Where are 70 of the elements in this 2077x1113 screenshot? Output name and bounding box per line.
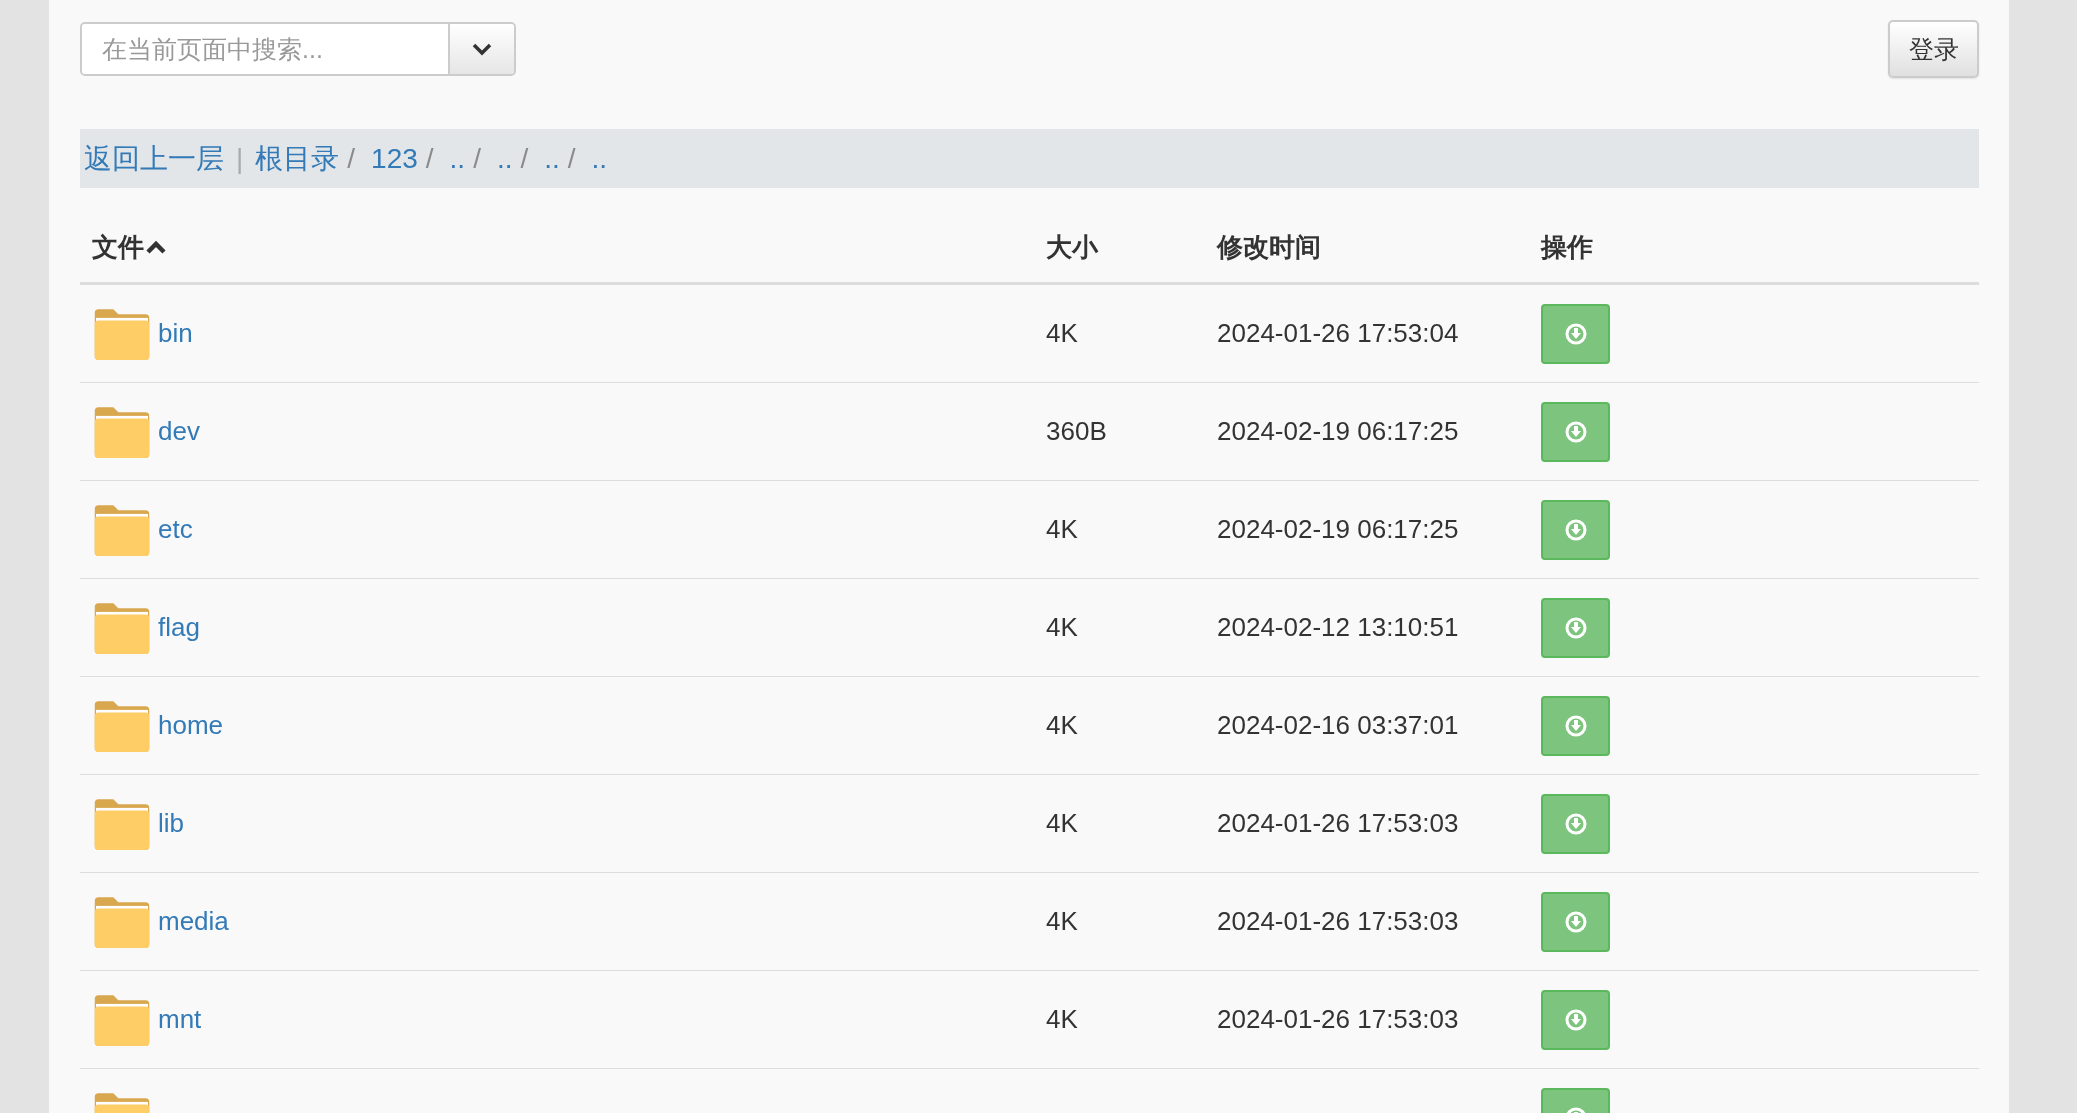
download-icon	[1564, 616, 1587, 639]
download-button[interactable]	[1541, 695, 1610, 756]
download-icon	[1564, 518, 1587, 541]
folder-link[interactable]: dev	[158, 416, 200, 447]
download-button[interactable]	[1541, 401, 1610, 462]
folder-icon	[94, 895, 150, 948]
modified-cell: 2024-02-12 13:10:51	[1217, 612, 1459, 642]
size-cell: 4K	[1046, 808, 1078, 838]
size-cell: 4K	[1046, 1004, 1078, 1034]
folder-link[interactable]: lib	[158, 808, 184, 839]
folder-link[interactable]: etc	[158, 514, 193, 545]
folder-link[interactable]: mnt	[158, 1004, 202, 1035]
modified-cell: 2024-02-19 06:17:25	[1217, 514, 1459, 544]
folder-icon	[94, 503, 150, 556]
download-icon	[1564, 714, 1587, 737]
download-button[interactable]	[1541, 499, 1610, 560]
folder-link[interactable]: media	[158, 906, 229, 937]
size-cell: 4K	[1046, 514, 1078, 544]
download-button[interactable]	[1541, 793, 1610, 854]
breadcrumb-slash: /	[347, 142, 356, 175]
folder-link[interactable]: bin	[158, 318, 193, 349]
column-header[interactable]: 操作	[1541, 229, 1593, 265]
column-header[interactable]: 文件	[92, 229, 166, 265]
search-field[interactable]: 在当前页面中搜索...	[80, 22, 516, 76]
breadcrumb-link[interactable]: 根目录	[255, 139, 340, 178]
download-icon	[1564, 420, 1587, 443]
download-button[interactable]	[1541, 597, 1610, 658]
folder-icon	[94, 307, 150, 360]
chevron-down-icon	[472, 42, 492, 56]
login-button[interactable]: 登录	[1888, 20, 1979, 78]
modified-cell: 2024-01-26 17:53:04	[1217, 318, 1459, 348]
modified-cell: 2024-01-26 17:53:03	[1217, 1004, 1459, 1034]
folder-icon	[94, 797, 150, 850]
download-button[interactable]	[1541, 891, 1610, 952]
breadcrumb-slash: /	[567, 142, 576, 175]
download-icon	[1564, 910, 1587, 933]
back-link[interactable]: 返回上一层	[84, 139, 224, 178]
download-button[interactable]	[1541, 989, 1610, 1050]
breadcrumb-link[interactable]: ..	[544, 142, 560, 175]
download-icon	[1564, 1008, 1587, 1031]
download-icon	[1564, 812, 1587, 835]
modified-cell: 2024-02-16 03:37:01	[1217, 710, 1459, 740]
column-header[interactable]: 修改时间	[1217, 229, 1321, 265]
folder-icon	[94, 993, 150, 1046]
dropdown-button[interactable]	[448, 24, 514, 74]
modified-cell: 2024-01-26 17:53:03	[1217, 906, 1459, 936]
separator: |	[236, 142, 244, 175]
breadcrumb-link[interactable]: 123	[371, 142, 418, 175]
modified-cell: 2024-02-19 06:17:25	[1217, 416, 1459, 446]
size-cell: 4K	[1046, 906, 1078, 936]
modified-cell: 2024-01-26 17:53:03	[1217, 808, 1459, 838]
folder-icon	[94, 699, 150, 752]
breadcrumb-slash: /	[473, 142, 481, 175]
breadcrumb-slash: /	[425, 142, 434, 175]
download-button[interactable]	[1541, 303, 1610, 364]
size-cell: 4K	[1046, 710, 1078, 740]
breadcrumb-link[interactable]: ..	[496, 142, 513, 175]
size-cell: 4K	[1046, 612, 1078, 642]
folder-icon	[94, 601, 150, 654]
size-cell: 360B	[1046, 416, 1107, 446]
sort-up-icon	[146, 240, 166, 254]
folder-link[interactable]: flag	[158, 612, 200, 643]
folder-link[interactable]: home	[158, 710, 224, 741]
breadcrumb-link[interactable]: ..	[449, 142, 466, 175]
breadcrumb-link[interactable]: ..	[591, 142, 608, 175]
breadcrumb-slash: /	[520, 142, 529, 175]
folder-icon	[94, 405, 150, 458]
size-cell: 4K	[1046, 318, 1078, 348]
download-icon	[1564, 322, 1587, 345]
column-header[interactable]: 大小	[1046, 229, 1098, 265]
